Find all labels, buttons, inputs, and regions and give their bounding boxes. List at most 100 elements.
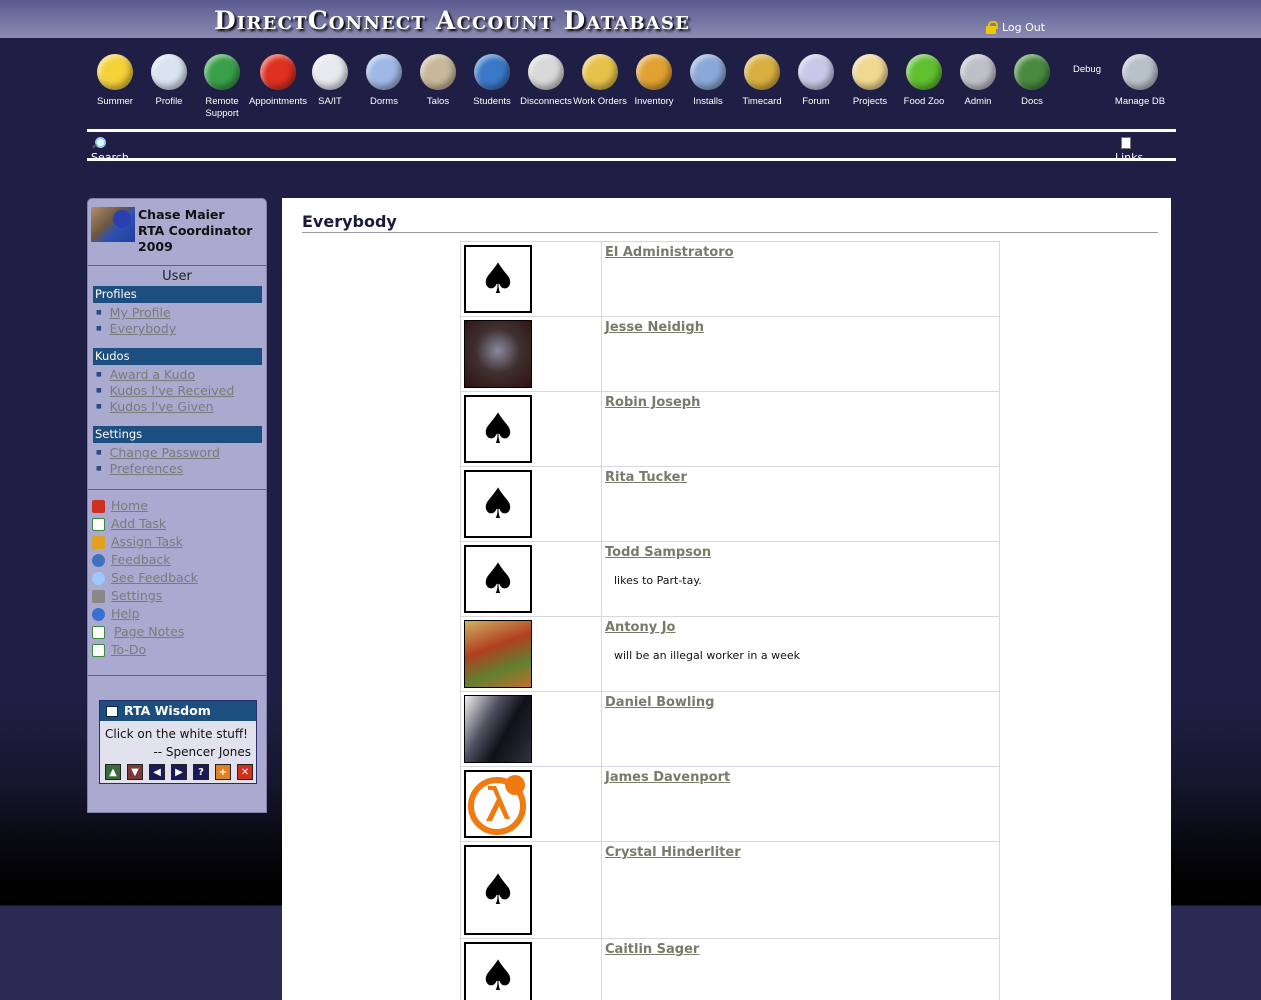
nav-item-sa-it[interactable]: SA/IT [300, 54, 360, 108]
people-table: ♠ El Administratoro Jesse Neidigh ♠ Robin Jo… [460, 241, 1000, 1000]
person-name-link[interactable]: James Davenport [605, 770, 996, 785]
sidebar-link-preferences[interactable]: Preferences [96, 461, 220, 477]
nav-item-work-orders[interactable]: Work Orders [570, 54, 630, 108]
previous-icon[interactable]: ◀ [149, 764, 165, 780]
nav-item-profile[interactable]: Profile [139, 54, 199, 108]
nav-item-dorms[interactable]: Dorms [354, 54, 414, 108]
nav-label: Work Orders [573, 96, 627, 107]
thumbs-down-icon[interactable]: ▼ [127, 764, 143, 780]
section-settings: Settings [93, 426, 262, 443]
kudos-list: Award a Kudo Kudos I've Received Kudos I… [96, 367, 235, 415]
action-feedback[interactable]: Feedback [92, 551, 198, 569]
delete-icon[interactable]: ✕ [237, 764, 253, 780]
page-title: Everybody [302, 212, 397, 231]
sidebar-heading: User [162, 269, 192, 284]
links-link[interactable]: Links [1115, 137, 1143, 159]
nav-item-remote-support[interactable]: Remote Support [192, 54, 252, 120]
student-person-icon [474, 54, 510, 90]
nav-label: Profile [155, 96, 183, 107]
person-name-link[interactable]: Crystal Hinderliter [605, 845, 996, 860]
person-info-cell: Robin Joseph [601, 391, 1000, 467]
nav-item-appointments[interactable]: Appointments [248, 54, 308, 108]
person-info-cell: Daniel Bowling [601, 691, 1000, 767]
sidebar-link-kudos-given[interactable]: Kudos I've Given [96, 399, 234, 415]
help-icon[interactable]: ? [193, 764, 209, 780]
nav-item-timecard[interactable]: Timecard [732, 54, 792, 108]
sidebar-link-award-kudo[interactable]: Award a Kudo [96, 367, 234, 383]
nav-item-inventory[interactable]: Inventory [624, 54, 684, 108]
nav-label: Remote Support [205, 96, 239, 119]
person-row: ♠ Crystal Hinderliter [460, 841, 1000, 939]
wisdom-toolbar: ▲ ▼ ◀ ▶ ? + ✕ [105, 764, 253, 780]
person-name-link[interactable]: Antony Jo [605, 620, 996, 635]
wisdom-quote: Click on the white stuff! [105, 727, 248, 741]
person-info-cell: Caitlin Sager [601, 938, 1000, 1000]
nav-item-talos[interactable]: Talos [408, 54, 468, 108]
action-see-feedback[interactable]: See Feedback [92, 569, 198, 587]
thumbs-up-icon[interactable]: ▲ [105, 764, 121, 780]
nav-item-students[interactable]: Students [462, 54, 522, 108]
sunglasses-face-icon [97, 54, 133, 90]
nav-item-disconnects[interactable]: Disconnects [516, 54, 576, 108]
checkbox-icon [92, 517, 105, 531]
search-link[interactable]: Search [91, 137, 129, 159]
speech-bubble-icon [798, 54, 834, 90]
sidebar: Chase Maier RTA Coordinator 2009 User Pr… [87, 198, 267, 813]
person-name-link[interactable]: Caitlin Sager [605, 942, 996, 957]
books-icon [1014, 54, 1050, 90]
person-name-link[interactable]: El Administratoro [605, 245, 996, 260]
person-name-link[interactable]: Daniel Bowling [605, 695, 996, 710]
action-page-notes[interactable]: Page Notes [92, 623, 198, 641]
clipboard-pin-icon [582, 54, 618, 90]
action-assign-task[interactable]: Assign Task [92, 533, 198, 551]
sidebar-link-kudos-received[interactable]: Kudos I've Received [96, 383, 235, 399]
action-help[interactable]: Help [92, 605, 198, 623]
wisdom-title: RTA Wisdom [124, 703, 211, 718]
nav-item-installs[interactable]: Installs [678, 54, 738, 108]
action-label: Home [111, 498, 148, 513]
install-disc-icon [690, 54, 726, 90]
nav-item-projects[interactable]: Projects [840, 54, 900, 108]
sidebar-link-my-profile[interactable]: My Profile [96, 305, 176, 321]
person-picture-cell: ♠ [460, 241, 602, 317]
action-home[interactable]: Home [92, 497, 198, 515]
next-icon[interactable]: ▶ [171, 764, 187, 780]
action-label: Help [111, 606, 140, 621]
nav-label: Projects [852, 96, 888, 107]
nav-label: Food Zoo [903, 96, 945, 107]
action-settings[interactable]: Settings [92, 587, 198, 605]
wisdom-widget: RTA Wisdom Click on the white stuff! -- … [99, 700, 257, 784]
action-add-task[interactable]: Add Task [92, 515, 198, 533]
nav-label: Inventory [634, 96, 674, 107]
sidebar-link-everybody[interactable]: Everybody [96, 321, 176, 337]
logout-link[interactable]: Log Out [986, 21, 1045, 34]
nav-item-forum[interactable]: Forum [786, 54, 846, 108]
add-icon[interactable]: + [215, 764, 231, 780]
person-row: Jesse Neidigh [460, 316, 1000, 392]
skull-icon [420, 54, 456, 90]
nav-item-summer[interactable]: Summer [85, 54, 145, 108]
nav-item-docs[interactable]: Docs [1002, 54, 1062, 108]
action-label: Add Task [111, 516, 167, 531]
person-row: ♠ Robin Joseph [460, 391, 1000, 467]
person-name-link[interactable]: Todd Sampson [605, 545, 996, 560]
database-check-icon [1122, 54, 1158, 90]
action-label: See Feedback [111, 570, 198, 585]
action-todo[interactable]: To-Do [92, 641, 198, 659]
nav-label: Summer [97, 96, 133, 107]
nav-item-manage-db[interactable]: Manage DB [1110, 54, 1170, 108]
sidebar-link-change-password[interactable]: Change Password [96, 445, 220, 461]
nav-item-debug[interactable]: Debug [1057, 64, 1117, 76]
half-life-logo-icon [464, 770, 532, 838]
nav-item-admin[interactable]: Admin [948, 54, 1008, 108]
spade-card-icon: ♠ [464, 942, 532, 1000]
person-info-cell: James Davenport [601, 766, 1000, 842]
nav-item-food-zoo[interactable]: Food Zoo [894, 54, 954, 108]
user-year: 2009 [138, 239, 173, 254]
person-name-link[interactable]: Robin Joseph [605, 395, 996, 410]
person-name-link[interactable]: Rita Tucker [605, 470, 996, 485]
person-name-link[interactable]: Jesse Neidigh [605, 320, 996, 335]
magnifier-icon [92, 571, 105, 585]
avatar[interactable] [91, 207, 135, 242]
spade-card-icon: ♠ [464, 470, 532, 538]
